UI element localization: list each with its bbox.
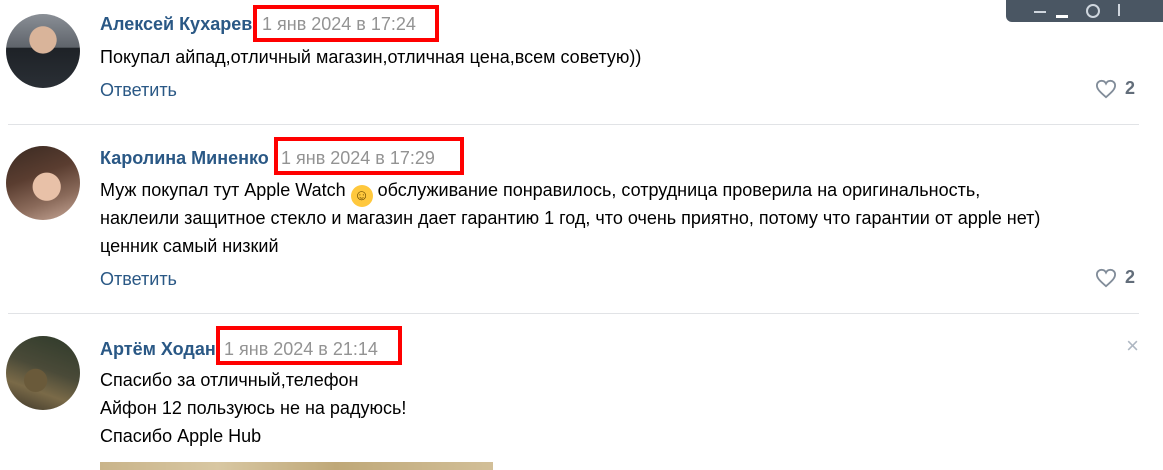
close-icon[interactable]: × xyxy=(1126,333,1139,359)
attached-photo[interactable] xyxy=(100,462,493,470)
comment-text-line: Спасибо за отличный,телефон xyxy=(100,370,359,390)
comment-author[interactable]: Артём Ходан xyxy=(100,339,216,360)
comment-text-line: Спасибо Apple Hub xyxy=(100,426,262,446)
comment-text-line: Айфон 12 пользуюсь не на радуюсь! xyxy=(100,398,407,418)
comment: Артём Ходан 1 янв 2024 в 21:14 × Спасибо… xyxy=(0,0,1163,470)
avatar[interactable] xyxy=(6,336,80,410)
highlight-box xyxy=(216,326,402,365)
